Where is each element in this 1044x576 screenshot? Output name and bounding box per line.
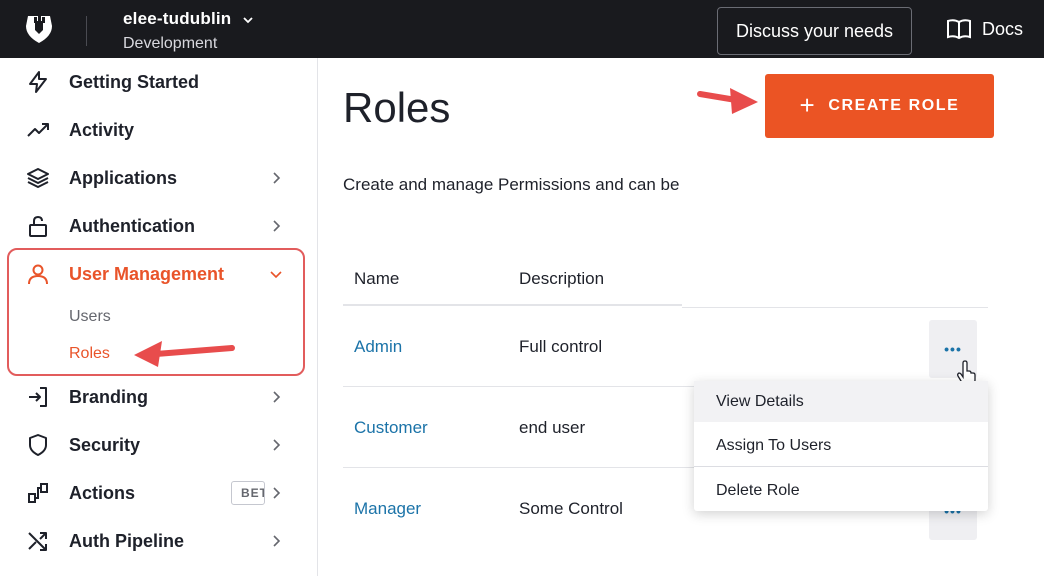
role-name-link[interactable]: Manager <box>354 499 421 519</box>
sidebar-item-security[interactable]: Security <box>0 423 318 467</box>
annotation-arrow-icon <box>134 341 235 367</box>
row-actions-menu: View Details Assign To Users Delete Role <box>694 381 988 511</box>
chevron-right-icon <box>273 487 281 499</box>
role-description: end user <box>519 418 586 437</box>
row-divider <box>343 386 695 387</box>
role-name-link[interactable]: Admin <box>354 337 402 357</box>
sidebar-item-authentication[interactable]: Authentication <box>0 204 318 248</box>
column-header-name: Name <box>354 269 400 288</box>
page-description: Create and manage Permissions and can be <box>343 175 680 194</box>
sidebar-item-label: Getting Started <box>69 71 200 92</box>
role-name-link[interactable]: Customer <box>354 418 428 438</box>
tenant-name[interactable]: elee-tudublin <box>123 9 231 28</box>
role-description: Full control <box>519 337 603 356</box>
sidebar-subitem-roles[interactable]: Roles <box>69 345 110 363</box>
sidebar-item-label: User Management <box>69 263 225 284</box>
sidebar: Getting Started Activity Applications Au… <box>0 58 318 576</box>
sidebar-item-label: Auth Pipeline <box>69 530 185 551</box>
annotation-arrow-icon <box>697 88 758 114</box>
docs-link[interactable]: Docs <box>946 18 1023 40</box>
actions-flow-icon <box>28 483 48 503</box>
column-header-description: Description <box>519 269 605 288</box>
tenant-switcher[interactable]: elee-tudublin Development <box>123 9 254 53</box>
discuss-needs-button[interactable]: Discuss your needs <box>717 7 912 55</box>
row-divider <box>343 467 695 468</box>
chevron-right-icon <box>273 391 281 403</box>
top-bar: elee-tudublin Development Discuss your n… <box>0 0 1044 58</box>
shield-icon <box>29 434 47 456</box>
chevron-right-icon <box>273 535 281 547</box>
sidebar-item-activity[interactable]: Activity <box>0 108 318 152</box>
role-description: Some Control <box>519 499 623 518</box>
plus-icon: + <box>799 89 817 120</box>
sidebar-item-label: Authentication <box>69 215 195 236</box>
book-icon <box>947 19 971 40</box>
sidebar-item-getting-started[interactable]: Getting Started <box>0 60 318 104</box>
lightning-icon <box>29 71 47 93</box>
sidebar-item-label: Actions <box>69 482 136 503</box>
sidebar-subitem-users[interactable]: Users <box>69 308 111 326</box>
sign-in-icon <box>29 387 47 407</box>
chevron-right-icon <box>273 220 281 232</box>
sidebar-item-label: Branding <box>69 386 148 407</box>
beta-badge: BETA <box>231 481 265 505</box>
create-role-button[interactable]: + CREATE ROLE <box>765 74 994 138</box>
topbar-divider <box>86 16 87 46</box>
auth0-logo-icon[interactable] <box>22 12 56 46</box>
trending-up-icon <box>27 123 49 137</box>
docs-label: Docs <box>982 18 1024 39</box>
tenant-environment: Development <box>123 35 218 52</box>
page-title: Roles <box>343 84 451 131</box>
sidebar-item-user-management[interactable]: User Management <box>0 252 318 296</box>
menu-item-delete-role[interactable]: Delete Role <box>694 470 988 511</box>
sidebar-item-auth-pipeline[interactable]: Auth Pipeline <box>0 519 318 563</box>
chevron-right-icon <box>273 439 281 451</box>
lock-icon <box>29 215 47 237</box>
chevron-right-icon <box>273 172 281 184</box>
table-header-divider <box>343 304 682 306</box>
sidebar-item-label: Security <box>69 434 141 455</box>
chevron-down-icon <box>270 271 282 279</box>
menu-divider <box>694 466 988 467</box>
sidebar-item-applications[interactable]: Applications <box>0 156 318 200</box>
user-icon <box>28 264 48 285</box>
sidebar-item-label: Applications <box>69 167 178 188</box>
chevron-down-icon[interactable] <box>242 14 254 26</box>
table-header-divider <box>682 307 988 308</box>
menu-item-assign-to-users[interactable]: Assign To Users <box>694 425 988 466</box>
shuffle-icon <box>28 532 47 551</box>
sidebar-item-branding[interactable]: Branding <box>0 375 318 419</box>
sidebar-item-label: Activity <box>69 119 135 140</box>
sidebar-item-actions[interactable]: Actions BETA <box>0 471 318 515</box>
create-role-label: CREATE ROLE <box>828 97 960 114</box>
layers-icon <box>27 168 49 188</box>
menu-item-view-details[interactable]: View Details <box>694 381 988 422</box>
